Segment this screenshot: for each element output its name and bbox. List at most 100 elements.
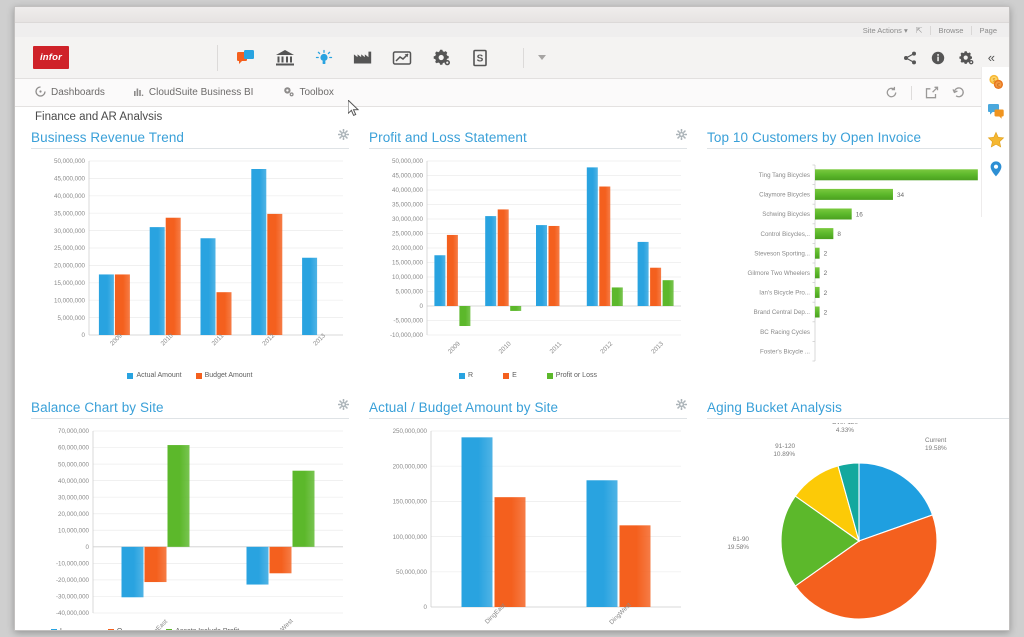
- bar[interactable]: [638, 242, 649, 306]
- chart-balance-by-site[interactable]: -40,000,000-30,000,000-20,000,000-10,000…: [31, 423, 349, 631]
- page-tab[interactable]: Page: [971, 26, 997, 35]
- refresh-icon[interactable]: [885, 86, 898, 99]
- bar[interactable]: [495, 497, 526, 607]
- chat-icon[interactable]: [236, 48, 256, 68]
- site-actions-menu[interactable]: Site Actions ▾: [863, 26, 908, 35]
- chevron-down-icon[interactable]: [538, 55, 546, 60]
- legend-item[interactable]: Profit or Loss: [547, 372, 597, 379]
- star-icon[interactable]: [987, 131, 1005, 149]
- legend-item[interactable]: E: [503, 372, 517, 379]
- info-icon[interactable]: [931, 51, 945, 65]
- bar[interactable]: [815, 189, 893, 200]
- bar[interactable]: [815, 287, 820, 298]
- bank-icon[interactable]: [275, 48, 295, 68]
- undo-icon[interactable]: [952, 86, 966, 99]
- bar[interactable]: [612, 287, 623, 306]
- legend-item[interactable]: L: [51, 628, 64, 631]
- coins-icon[interactable]: $ €: [987, 73, 1005, 91]
- bar[interactable]: [815, 267, 820, 278]
- legend-item[interactable]: O: [108, 628, 122, 631]
- bar[interactable]: [587, 480, 618, 607]
- chart-text: 2010: [498, 340, 513, 355]
- bar[interactable]: [459, 306, 470, 326]
- gear-icon[interactable]: [676, 127, 687, 145]
- bar[interactable]: [270, 547, 292, 573]
- legend-label: Profit or Loss: [556, 372, 597, 379]
- chart-top-10-customers[interactable]: Ting Tang Bicycles71Claymore Bicycles34S…: [707, 153, 1010, 388]
- lightbulb-icon[interactable]: [314, 48, 334, 68]
- legend-item[interactable]: Assets Include Profit: [166, 628, 239, 631]
- bar[interactable]: [549, 226, 560, 306]
- trend-chart-icon[interactable]: [392, 48, 412, 68]
- bar[interactable]: [462, 437, 493, 607]
- bar[interactable]: [251, 169, 266, 335]
- panel-title: Profit and Loss Statement: [369, 130, 527, 145]
- bar[interactable]: [267, 214, 282, 335]
- chart-text: Claymore Bicycles: [759, 192, 810, 199]
- legend-swatch: [51, 629, 57, 632]
- apps-overflow[interactable]: [523, 48, 546, 68]
- chart-text: 2009: [447, 340, 462, 355]
- bar[interactable]: [599, 187, 610, 306]
- chart-actual-budget-by-site[interactable]: 050,000,000100,000,000150,000,000200,000…: [369, 423, 687, 631]
- bar[interactable]: [815, 307, 820, 318]
- bar[interactable]: [498, 209, 509, 306]
- gear-icon[interactable]: [676, 397, 687, 415]
- bar[interactable]: [217, 292, 232, 335]
- bar[interactable]: [620, 525, 651, 607]
- factory-icon[interactable]: [353, 48, 373, 68]
- location-pin-icon[interactable]: [987, 160, 1005, 178]
- chart-aging-bucket-analysis[interactable]: Current19.58%31-6045.63%61-9019.58%91-12…: [707, 423, 1010, 631]
- infor-logo[interactable]: infor: [33, 46, 69, 69]
- bar[interactable]: [815, 248, 820, 259]
- bar[interactable]: [434, 255, 445, 306]
- bar[interactable]: [447, 235, 458, 306]
- browse-tab[interactable]: Browse: [930, 26, 963, 35]
- document-icon[interactable]: S: [470, 48, 490, 68]
- gear-icon[interactable]: [338, 397, 349, 415]
- bar[interactable]: [122, 547, 144, 597]
- legend-item[interactable]: Budget Amount: [196, 372, 253, 379]
- panel-balance-chart-by-site: Balance Chart by Site: [25, 394, 355, 631]
- popout-icon[interactable]: ⇱: [916, 26, 923, 35]
- chart-business-revenue-trend[interactable]: 05,000,00010,000,00015,000,00020,000,000…: [31, 153, 349, 379]
- chart-text: 2: [824, 290, 828, 297]
- gears-icon[interactable]: [431, 48, 451, 68]
- bar[interactable]: [247, 547, 269, 585]
- bar[interactable]: [168, 445, 190, 547]
- bar[interactable]: [293, 471, 315, 547]
- bar[interactable]: [510, 306, 521, 311]
- chart-text: 0: [82, 332, 86, 339]
- bar[interactable]: [650, 268, 661, 306]
- bar[interactable]: [587, 167, 598, 306]
- legend-item[interactable]: Actual Amount: [127, 372, 181, 379]
- bar[interactable]: [815, 209, 852, 220]
- gear-icon[interactable]: [338, 127, 349, 145]
- bar[interactable]: [115, 274, 130, 335]
- bar[interactable]: [99, 274, 114, 335]
- share-icon[interactable]: [903, 51, 917, 65]
- nav-item-dashboards[interactable]: Dashboards: [35, 86, 105, 100]
- bar[interactable]: [201, 238, 216, 335]
- nav-item-cloudsuite-business-bi[interactable]: CloudSuite Business BI: [133, 86, 254, 100]
- bar[interactable]: [145, 547, 167, 582]
- chart-profit-and-loss[interactable]: -10,000,000-5,000,00005,000,00010,000,00…: [369, 153, 687, 379]
- nav-item-toolbox[interactable]: Toolbox: [283, 86, 333, 100]
- chart-text: 45,000,000: [392, 173, 424, 180]
- legend-item[interactable]: R: [459, 372, 473, 379]
- bar[interactable]: [302, 258, 317, 335]
- collapse-icon[interactable]: «: [988, 50, 995, 65]
- bar[interactable]: [485, 216, 496, 306]
- bar[interactable]: [166, 218, 181, 335]
- gear-icon[interactable]: [959, 51, 974, 65]
- panel-profit-and-loss: Profit and Loss Statement: [363, 124, 693, 388]
- bar[interactable]: [663, 280, 674, 306]
- chart-text: 40,000,000: [54, 193, 86, 200]
- bar[interactable]: [815, 228, 833, 239]
- bar[interactable]: [536, 225, 547, 306]
- messages-icon[interactable]: [987, 102, 1005, 120]
- panel-title: Top 10 Customers by Open Invoice: [707, 130, 921, 145]
- export-icon[interactable]: [925, 86, 939, 99]
- bar[interactable]: [815, 169, 978, 180]
- bar[interactable]: [150, 227, 165, 335]
